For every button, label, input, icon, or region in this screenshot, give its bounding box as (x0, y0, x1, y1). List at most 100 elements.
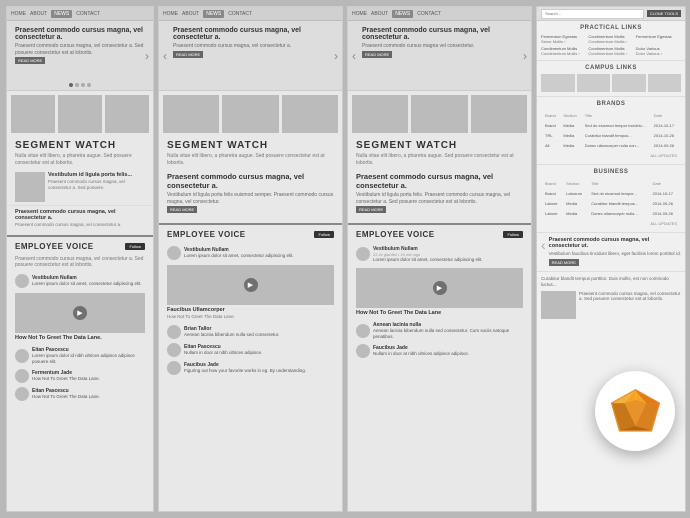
hero-body-left: Praesent commodo cursus magna, vel conse… (15, 43, 145, 56)
brands-cell-2-3: Curabitur blandit tempus... (583, 131, 650, 139)
link-col-5: Condimentum Mollis Condimentum Mollis › (588, 46, 633, 56)
link-col-3: Fermentum Egestas (636, 34, 681, 44)
follow-btn-right[interactable]: Follow (503, 231, 523, 238)
hero-mid: ‹ Praesent commodo cursus magna, vel con… (159, 21, 342, 91)
ev-mid-user-4-content: Eitan Pascescu Nullam in door at nibh ul… (184, 344, 262, 356)
read-more-right-feature[interactable]: READ MORE (356, 206, 386, 213)
nav-news[interactable]: NEWS (51, 10, 72, 18)
nav-right-contact[interactable]: CONTACT (417, 11, 441, 17)
ev-sub-left: Praesent commodo cursus magna, vel conse… (7, 256, 153, 272)
article-text-1: Praesent commodo cursus magna, vel conse… (48, 179, 145, 191)
video-title-left: How Not To Greet The Data Lane. (15, 335, 145, 341)
play-btn-left[interactable]: ▶ (73, 306, 87, 320)
brands-cell-3-1: All (543, 141, 559, 149)
hero-text-left: Praesent commodo cursus magna, vel conse… (7, 21, 153, 71)
biz-cell-2-2: Media (564, 199, 587, 207)
ev-user-4-content: Fermentum Jade How Not To Greet The Data… (32, 370, 100, 382)
hero-arrow-right-right[interactable]: › (523, 49, 527, 63)
brands-all-updates[interactable]: ALL UPDATES (541, 151, 681, 160)
read-more-mid[interactable]: READ MORE (173, 51, 203, 58)
nav-mid-about[interactable]: ABOUT (182, 11, 199, 17)
avatar-mid-3 (167, 325, 181, 339)
hero-text-mid: Praesent commodo cursus magna, vel conse… (159, 21, 342, 65)
read-more-right[interactable]: READ MORE (362, 51, 392, 58)
nav-home[interactable]: HOME (11, 11, 26, 17)
read-more-mid-feature[interactable]: READ MORE (167, 206, 197, 213)
ev-mid-user-3: Brian Tallor Aenean lacinia bibendum nul… (159, 323, 342, 341)
brands-th-date: Date (652, 112, 679, 119)
nav-contact[interactable]: CONTACT (76, 11, 100, 17)
play-btn-mid[interactable]: ▶ (244, 278, 258, 292)
brands-row-3: All Media Donec ullamcorper nulla non...… (543, 141, 679, 149)
nav-bar-mid: HOME ABOUT NEWS CONTACT (159, 7, 342, 21)
ev-header-mid: EMPLOYEE VOICE Follow (159, 225, 342, 244)
sidebar-thumb-1 (541, 291, 576, 319)
follow-btn-mid[interactable]: Follow (314, 231, 334, 238)
segment-watch-title-mid: SEGMENT WATCH (159, 137, 342, 153)
article-thumb-1 (15, 172, 45, 202)
thumb-right-3 (471, 95, 527, 133)
link-sub-5: Condimentum Mollis › (588, 51, 633, 56)
follow-btn-left[interactable]: Follow (125, 243, 145, 250)
video-thumb-left: ▶ (15, 293, 145, 333)
avatar-4 (15, 369, 29, 383)
nav-about[interactable]: ABOUT (30, 11, 47, 17)
link-item-3[interactable]: Fermentum Egestas (636, 34, 681, 39)
thumb-2 (58, 95, 102, 133)
campus-box-2 (577, 74, 611, 92)
biz-cell-2-3: Curabitur blandit tempus... (589, 199, 648, 207)
search-input[interactable] (541, 9, 644, 19)
ev-title-left: EMPLOYEE VOICE (15, 240, 94, 253)
segment-watch-title-left: SEGMENT WATCH (7, 137, 153, 153)
ev-mid-text-1: Lorem ipsum dolor sit amet, consectetur … (184, 253, 294, 259)
hero-arrow-right[interactable]: › (145, 49, 149, 63)
ev-right-user-3: Faucibus Jade Nullam in door at nibh ult… (348, 342, 531, 360)
link-col-1: Fermentum Egestas Senor Mollis › (541, 34, 586, 44)
nav-right-about[interactable]: ABOUT (371, 11, 388, 17)
avatar-mid-5 (167, 361, 181, 375)
nav-mid-news[interactable]: NEWS (203, 10, 224, 18)
ev-user-1: Vestibulum Nullam Lorem ipsum dolor sit … (7, 272, 153, 290)
ev-mid-user-3-content: Brian Tallor Aenean lacinia bibendum nul… (184, 326, 279, 338)
sketch-icon-overlay (595, 371, 675, 451)
nav-right-news[interactable]: NEWS (392, 10, 413, 18)
hero-body-right: Praesent commodo cursus magna vel consec… (362, 43, 523, 50)
biz-th-date: Date (651, 180, 680, 187)
nav-mid-contact[interactable]: CONTACT (228, 11, 252, 17)
nav-mid-home[interactable]: HOME (163, 11, 178, 17)
read-more-left[interactable]: READ MORE (15, 57, 45, 64)
biz-th-section: Section (564, 180, 587, 187)
clone-tools-btn[interactable]: CLONE TOOLS (647, 10, 681, 17)
thumb-grid-left (7, 91, 153, 137)
campus-box-4 (648, 74, 682, 92)
brands-cell-2-2: Media (561, 131, 580, 139)
biz-all-updates[interactable]: ALL UPDATES (541, 219, 681, 228)
ev-section-right: EMPLOYEE VOICE Follow Vestibulum Nullam … (348, 223, 531, 360)
read-more-sidebar[interactable]: READ MORE (549, 259, 579, 266)
ev-right-user-3-content: Faucibus Jade Nullam in door at nibh ult… (373, 345, 469, 357)
hero-right: ‹ Praesent commodo cursus magna, vel con… (348, 21, 531, 91)
thumb-1 (11, 95, 55, 133)
ev-right-text-2: Aenean lacinia bibendum nulla sed consec… (373, 328, 523, 340)
brands-cell-1-1: Brand (543, 121, 559, 129)
biz-th-title: Title (589, 180, 648, 187)
article-title-1: Vestibulum id ligula porta felis... (48, 172, 145, 178)
biz-cell-1-2: Laborum (564, 189, 587, 197)
brands-th-title: Title (583, 112, 650, 119)
sidebar-article-row: Praesent commodo cursus magna, vel conse… (541, 291, 681, 319)
thumb-3 (105, 95, 149, 133)
play-btn-right[interactable]: ▶ (433, 281, 447, 295)
panel-right: HOME ABOUT NEWS CONTACT ‹ Praesent commo… (347, 6, 532, 512)
video-card-right: ▶ How Not To Greet The Data Lane (348, 265, 531, 320)
campus-links-section: CAMPUS LINKS (537, 61, 685, 97)
mid-feature-title: Praesent commodo cursus magna, vel conse… (167, 172, 334, 190)
hero-arrow-left-mid[interactable]: ‹ (163, 49, 167, 63)
business-title: BUSINESS (541, 169, 681, 175)
hero-arrow-left-right[interactable]: ‹ (352, 49, 356, 63)
hero-arrow-right-mid[interactable]: › (334, 49, 338, 63)
link-sub-1: Senor Mollis › (541, 39, 586, 44)
brands-section: BRANDS Brand Section Title Date Brand Me… (537, 97, 685, 165)
nav-right-home[interactable]: HOME (352, 11, 367, 17)
nav-bar-right: HOME ABOUT NEWS CONTACT (348, 7, 531, 21)
article-title-2: Praesent commodo cursus magna, vel conse… (15, 209, 145, 221)
